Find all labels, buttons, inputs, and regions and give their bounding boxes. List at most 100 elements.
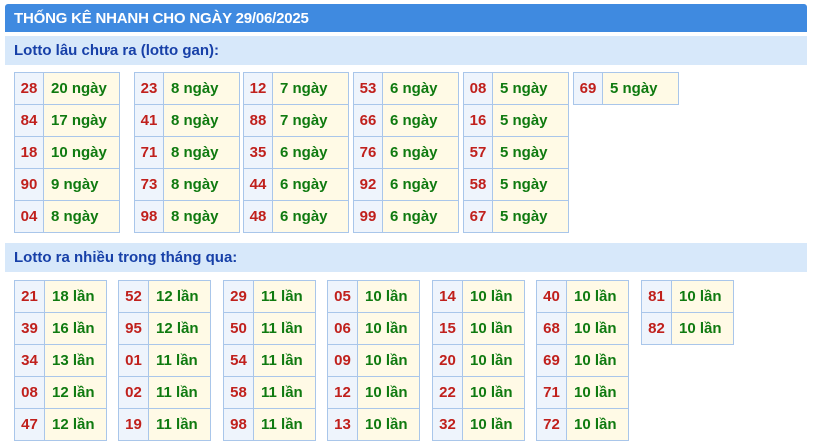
lotto-count: 17 ngày — [43, 104, 120, 137]
table-row: 40 10 lần — [536, 280, 629, 313]
lotto-number: 53 — [353, 72, 383, 105]
table-row: 14 10 lần — [432, 280, 525, 313]
table-row: 53 6 ngày — [353, 72, 459, 105]
table-row: 52 12 lần — [118, 280, 211, 313]
nhieu-group: 21 18 lần 39 16 lần 34 13 lần 08 12 lần 47 12 lần — [14, 280, 107, 441]
lotto-count: 10 lần — [671, 280, 734, 313]
lotto-number: 28 — [14, 72, 44, 105]
lotto-number: 09 — [327, 344, 358, 377]
lotto-count: 8 ngày — [163, 200, 240, 233]
lotto-number: 58 — [223, 376, 254, 409]
lotto-number: 04 — [14, 200, 44, 233]
lotto-number: 47 — [14, 408, 45, 441]
table-row: 20 10 lần — [432, 344, 525, 377]
page-title: THỐNG KÊ NHANH CHO NGÀY 29/06/2025 — [14, 10, 309, 27]
table-row: 12 7 ngày — [243, 72, 349, 105]
lotto-number: 20 — [432, 344, 463, 377]
lotto-count: 18 lần — [44, 280, 107, 313]
lotto-count: 6 ngày — [272, 168, 349, 201]
lotto-number: 71 — [134, 136, 164, 169]
lotto-number: 69 — [573, 72, 603, 105]
lotto-number: 98 — [134, 200, 164, 233]
lotto-count: 10 lần — [462, 376, 525, 409]
section-lotto-gan-title: Lotto lâu chưa ra (lotto gan): — [14, 42, 220, 59]
table-row: 02 11 lần — [118, 376, 211, 409]
lotto-number: 68 — [536, 312, 567, 345]
lotto-count: 7 ngày — [272, 104, 349, 137]
lotto-number: 88 — [243, 104, 273, 137]
table-row: 32 10 lần — [432, 408, 525, 441]
lotto-count: 10 ngày — [43, 136, 120, 169]
table-row: 04 8 ngày — [14, 200, 120, 233]
lotto-count: 5 ngày — [492, 168, 569, 201]
table-row: 50 11 lần — [223, 312, 316, 345]
lotto-number: 15 — [432, 312, 463, 345]
table-row: 08 5 ngày — [463, 72, 569, 105]
lotto-count: 6 ngày — [382, 136, 459, 169]
table-row: 68 10 lần — [536, 312, 629, 345]
lotto-count: 11 lần — [253, 376, 316, 409]
lotto-number: 44 — [243, 168, 273, 201]
table-row: 22 10 lần — [432, 376, 525, 409]
lotto-count: 12 lần — [44, 376, 107, 409]
gan-group: 53 6 ngày 66 6 ngày 76 6 ngày 92 6 ngày 99 6 ngày — [353, 72, 459, 233]
table-row: 16 5 ngày — [463, 104, 569, 137]
lotto-number: 18 — [14, 136, 44, 169]
lotto-number: 08 — [14, 376, 45, 409]
lotto-count: 11 lần — [148, 344, 211, 377]
nhieu-group: 05 10 lần 06 10 lần 09 10 lần 12 10 lần 13 10 lần — [327, 280, 420, 441]
lotto-count: 8 ngày — [43, 200, 120, 233]
table-row: 58 11 lần — [223, 376, 316, 409]
gan-group: 69 5 ngày — [573, 72, 679, 105]
table-row: 99 6 ngày — [353, 200, 459, 233]
lotto-count: 8 ngày — [163, 72, 240, 105]
lotto-count: 5 ngày — [492, 104, 569, 137]
lotto-number: 90 — [14, 168, 44, 201]
lotto-count: 5 ngày — [492, 136, 569, 169]
lotto-number: 13 — [327, 408, 358, 441]
lotto-number: 72 — [536, 408, 567, 441]
table-row: 84 17 ngày — [14, 104, 120, 137]
table-row: 34 13 lần — [14, 344, 107, 377]
lotto-count: 10 lần — [357, 280, 420, 313]
gan-group: 28 20 ngày 84 17 ngày 18 10 ngày 90 9 ngày 04 8 n… — [14, 72, 120, 233]
lotto-count: 12 lần — [148, 280, 211, 313]
table-row: 72 10 lần — [536, 408, 629, 441]
lotto-count: 6 ngày — [382, 200, 459, 233]
lotto-count: 6 ngày — [272, 136, 349, 169]
table-row: 92 6 ngày — [353, 168, 459, 201]
lotto-number: 82 — [641, 312, 672, 345]
lotto-count: 10 lần — [566, 344, 629, 377]
lotto-count: 10 lần — [357, 344, 420, 377]
lotto-count: 11 lần — [253, 280, 316, 313]
lotto-number: 48 — [243, 200, 273, 233]
table-row: 21 18 lần — [14, 280, 107, 313]
gan-group: 12 7 ngày 88 7 ngày 35 6 ngày 44 6 ngày 48 6 ngày — [243, 72, 349, 233]
table-row: 41 8 ngày — [134, 104, 240, 137]
lotto-count: 16 lần — [44, 312, 107, 345]
table-row: 09 10 lần — [327, 344, 420, 377]
lotto-count: 8 ngày — [163, 168, 240, 201]
table-row: 23 8 ngày — [134, 72, 240, 105]
table-row: 39 16 lần — [14, 312, 107, 345]
lotto-number: 52 — [118, 280, 149, 313]
lotto-number: 92 — [353, 168, 383, 201]
lotto-number: 34 — [14, 344, 45, 377]
lotto-number: 21 — [14, 280, 45, 313]
lotto-number: 54 — [223, 344, 254, 377]
lotto-count: 10 lần — [357, 312, 420, 345]
table-row: 18 10 ngày — [14, 136, 120, 169]
table-row: 90 9 ngày — [14, 168, 120, 201]
lotto-number: 16 — [463, 104, 493, 137]
table-row: 98 8 ngày — [134, 200, 240, 233]
table-row: 28 20 ngày — [14, 72, 120, 105]
lotto-number: 29 — [223, 280, 254, 313]
lotto-number: 02 — [118, 376, 149, 409]
lotto-number: 73 — [134, 168, 164, 201]
lotto-count: 6 ngày — [272, 200, 349, 233]
lotto-number: 32 — [432, 408, 463, 441]
stats-panel: THỐNG KÊ NHANH CHO NGÀY 29/06/2025 Lotto… — [0, 0, 817, 445]
lotto-number: 01 — [118, 344, 149, 377]
lotto-number: 99 — [353, 200, 383, 233]
table-row: 67 5 ngày — [463, 200, 569, 233]
